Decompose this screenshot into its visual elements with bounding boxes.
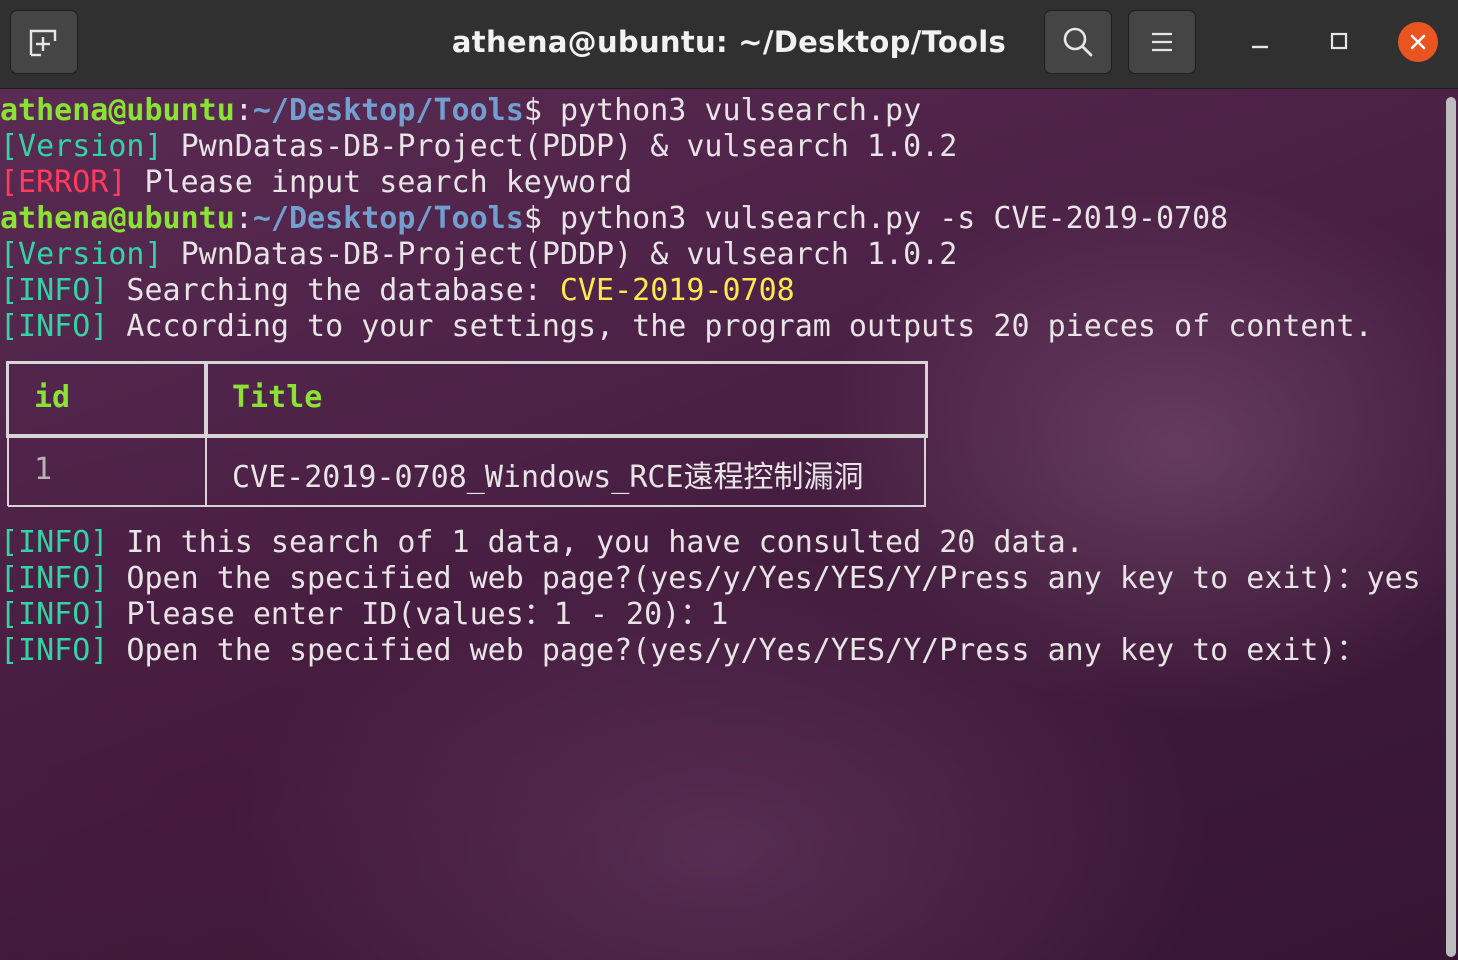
minimize-button[interactable] [1240, 20, 1280, 62]
results-table: id Title 1 CVE-2019-0708_Windows_RCE遠程控制… [6, 361, 928, 507]
terminal-line: [ERROR] Please input search keyword [0, 165, 632, 201]
table-cell-title: CVE-2019-0708_Windows_RCE遠程控制漏洞 [232, 460, 864, 495]
command-text: python3 vulsearch.py -s CVE-2019-0708 [559, 201, 1229, 236]
new-tab-icon [29, 29, 57, 57]
prompt-user: athena@ubuntu [0, 93, 235, 128]
table-cell-id: 1 [34, 452, 53, 487]
terminal-line: athena@ubuntu:~/Desktop/Tools$ python3 v… [0, 93, 921, 129]
prompt-path: ~/Desktop/Tools [252, 201, 524, 236]
new-tab-button[interactable] [10, 10, 78, 74]
close-icon [1410, 34, 1426, 50]
prompt-path: ~/Desktop/Tools [252, 93, 524, 128]
error-tag: [ERROR] [0, 165, 127, 200]
info-tag: [INFO] [0, 633, 109, 668]
terminal-line: [INFO] Open the specified web page?(yes/… [0, 561, 1421, 597]
line-text: PwnDatas-DB-Project(PDDP) & vulsearch 1.… [162, 237, 958, 272]
prompt-user: athena@ubuntu [0, 201, 235, 236]
info-tag: [INFO] [0, 309, 109, 344]
line-text: Open the specified web page?(yes/y/Yes/Y… [108, 561, 1421, 596]
terminal-line: [INFO] Please enter ID(values：1 - 20)：1 [0, 597, 728, 633]
hamburger-menu-icon [1152, 32, 1172, 52]
command-text: python3 vulsearch.py [559, 93, 922, 128]
search-icon [1063, 27, 1093, 57]
terminal-output[interactable]: athena@ubuntu:~/Desktop/Tools$ python3 v… [0, 89, 1458, 960]
line-text: In this search of 1 data, you have consu… [108, 525, 1084, 560]
terminal-line: athena@ubuntu:~/Desktop/Tools$ python3 v… [0, 201, 1228, 237]
line-text: Searching the database: [108, 273, 560, 308]
maximize-button[interactable] [1319, 20, 1359, 62]
version-tag: [Version] [0, 129, 163, 164]
prompt-symbol: $ [523, 201, 560, 236]
info-tag: [INFO] [0, 525, 109, 560]
header-bar: athena@ubuntu: ~/Desktop/Tools [0, 0, 1458, 89]
close-button[interactable] [1398, 22, 1438, 62]
info-tag: [INFO] [0, 273, 109, 308]
search-keyword: CVE-2019-0708 [559, 273, 795, 308]
menu-button[interactable] [1128, 10, 1196, 74]
terminal-line: [INFO] In this search of 1 data, you hav… [0, 525, 1084, 561]
terminal-line: [Version] PwnDatas-DB-Project(PDDP) & vu… [0, 237, 957, 273]
terminal-line: [Version] PwnDatas-DB-Project(PDDP) & vu… [0, 129, 957, 165]
terminal-line: [INFO] Searching the database: CVE-2019-… [0, 273, 795, 309]
prompt-symbol: $ [523, 93, 560, 128]
line-text: According to your settings, the program … [108, 309, 1373, 344]
prompt-separator: : [234, 201, 253, 236]
line-text: Please enter ID(values：1 - 20)：1 [108, 597, 729, 632]
info-tag: [INFO] [0, 597, 109, 632]
minimize-icon [1252, 45, 1268, 49]
line-text: Open the specified web page?(yes/y/Yes/Y… [108, 633, 1367, 668]
version-tag: [Version] [0, 237, 163, 272]
table-header-title: Title [232, 380, 323, 415]
line-text: PwnDatas-DB-Project(PDDP) & vulsearch 1.… [162, 129, 958, 164]
info-tag: [INFO] [0, 561, 109, 596]
table-header-id: id [34, 380, 71, 415]
terminal-line: [INFO] According to your settings, the p… [0, 309, 1373, 345]
prompt-separator: : [234, 93, 253, 128]
terminal-line: [INFO] Open the specified web page?(yes/… [0, 633, 1367, 669]
search-button[interactable] [1044, 10, 1112, 74]
maximize-icon [1330, 32, 1348, 50]
vertical-scrollbar[interactable] [1446, 97, 1456, 957]
line-text: Please input search keyword [126, 165, 633, 200]
